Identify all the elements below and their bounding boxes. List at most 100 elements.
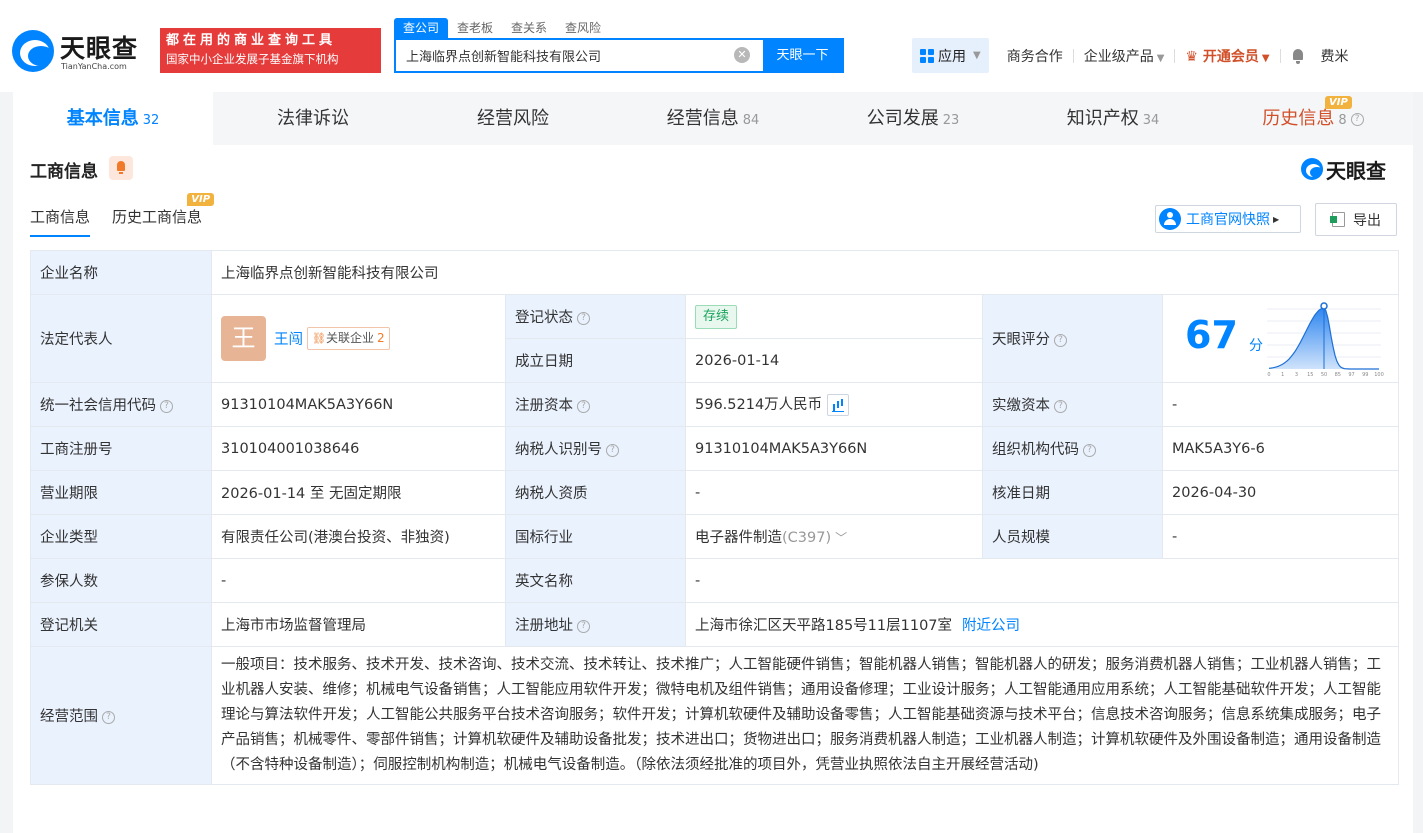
nav-vip-button[interactable]: ♛ 开通会员 ▼ bbox=[1175, 46, 1279, 66]
search-button[interactable]: 天眼一下 bbox=[763, 40, 842, 71]
chart-icon[interactable] bbox=[827, 394, 850, 416]
vip-badge: VIP bbox=[187, 193, 215, 206]
founded-date: 2026-01-14 bbox=[685, 338, 983, 383]
help-icon[interactable]: ? bbox=[1083, 443, 1096, 457]
export-button[interactable]: 导出 bbox=[1315, 203, 1397, 236]
related-companies-badge[interactable]: ⛓关联企业 2 bbox=[307, 327, 390, 350]
main-tabs: 基本信息 32 法律诉讼 经营风险 经营信息 84 公司发展 23 知识产权 34 VI… bbox=[13, 92, 1413, 145]
chart-tick-label: 3 bbox=[1295, 372, 1298, 377]
field-label: 工商注册号 bbox=[30, 426, 212, 471]
search-tab-boss[interactable]: 查老板 bbox=[448, 18, 502, 38]
help-icon[interactable]: ? bbox=[1350, 112, 1364, 126]
nav-enterprise-products[interactable]: 企业级产品 ▼ bbox=[1074, 46, 1175, 66]
help-icon[interactable]: ? bbox=[1054, 333, 1067, 347]
main-panel: 基本信息 32 法律诉讼 经营风险 经营信息 84 公司发展 23 知识产权 34 VI… bbox=[13, 92, 1413, 833]
tab-label: 公司发展 bbox=[866, 108, 939, 129]
reg-status-cell: 存续 bbox=[685, 294, 983, 339]
bell-icon[interactable] bbox=[109, 156, 133, 180]
subtab-business-info[interactable]: 工商信息 bbox=[30, 205, 91, 237]
help-icon[interactable]: ? bbox=[577, 399, 590, 413]
table-row: 工商注册号 310104001038646 纳税人识别号? 91310104MA… bbox=[30, 426, 1400, 471]
score-cell[interactable]: 67 分 0 1 3 15 50 85 97 99 100 bbox=[1161, 294, 1400, 383]
table-row: 统一社会信用代码? 91310104MAK5A3Y66N 注册资本? 596.5… bbox=[30, 382, 1400, 427]
label-text: 组织机构代码 bbox=[992, 442, 1079, 458]
field-label: 登记机关 bbox=[30, 602, 212, 647]
official-snapshot-button[interactable]: 工商官网快照 ▶ bbox=[1155, 205, 1301, 233]
export-label: 导出 bbox=[1353, 212, 1381, 229]
score-unit: 分 bbox=[1249, 338, 1263, 354]
section-title: 工商信息 bbox=[30, 162, 98, 182]
tab-ip[interactable]: 知识产权 34 bbox=[1013, 92, 1213, 145]
table-row: 企业名称 上海临界点创新智能科技有限公司 bbox=[30, 250, 1400, 295]
nearby-companies-link[interactable]: 附近公司 bbox=[962, 618, 1020, 634]
nav-business[interactable]: 商务合作 bbox=[997, 46, 1073, 66]
tab-count: 34 bbox=[1142, 113, 1160, 128]
user-name[interactable]: 费米 bbox=[1317, 46, 1359, 66]
slogan-line1: 都在用的商业查询工具 bbox=[166, 33, 337, 48]
help-icon[interactable]: ? bbox=[577, 311, 590, 325]
address-cell: 上海市徐汇区天平路185号11层1107室 附近公司 bbox=[684, 602, 1400, 647]
app-menu-label: 应用 bbox=[938, 48, 966, 65]
table-row: 经营范围? 一般项目：技术服务、技术开发、技术咨询、技术交流、技术转让、技术推广… bbox=[30, 646, 1400, 785]
help-icon[interactable]: ? bbox=[160, 399, 173, 413]
label-text: 经营范围 bbox=[40, 709, 98, 725]
logo-icon bbox=[1301, 158, 1323, 180]
nav-divider bbox=[1279, 48, 1281, 63]
search-input[interactable] bbox=[396, 40, 736, 71]
avatar[interactable]: 王 bbox=[221, 316, 266, 361]
search-tab-relation[interactable]: 查关系 bbox=[502, 18, 556, 38]
tab-litigation[interactable]: 法律诉讼 bbox=[213, 92, 413, 145]
link-icon: ⛓ bbox=[312, 332, 326, 345]
logo-domain: TianYanCha.com bbox=[61, 62, 127, 71]
logo-title: 天眼查 bbox=[60, 34, 139, 63]
site-logo[interactable]: 天眼查 TianYanCha.com bbox=[12, 28, 152, 74]
slogan-banner: 都在用的商业查询工具 国家中小企业发展子基金旗下机构 bbox=[160, 28, 381, 73]
field-label: 注册资本? bbox=[505, 382, 686, 427]
paid-capital: - bbox=[1161, 382, 1400, 427]
tab-operation-info[interactable]: 经营信息 84 bbox=[613, 92, 813, 145]
label-text: 注册资本 bbox=[515, 398, 573, 414]
tab-label: 基本信息 bbox=[66, 108, 139, 129]
taxpayer-id: 91310104MAK5A3Y66N bbox=[685, 426, 983, 471]
insured-count: - bbox=[211, 558, 506, 603]
chart-tick-label: 99 bbox=[1362, 372, 1368, 377]
brand-watermark-text: 天眼查 bbox=[1326, 158, 1386, 183]
label-text: 实缴资本 bbox=[992, 398, 1050, 414]
app-menu-button[interactable]: 应用 ▼ bbox=[912, 38, 989, 73]
brand-watermark: 天眼查 bbox=[1301, 156, 1386, 183]
label-text: 纳税人识别号 bbox=[515, 442, 602, 458]
top-header: 天眼查 TianYanCha.com 都在用的商业查询工具 国家中小企业发展子基… bbox=[0, 0, 1423, 92]
industry-cell[interactable]: 电子器件制造(C397) ﹀ bbox=[685, 514, 983, 559]
tab-count: 84 bbox=[742, 113, 760, 128]
chevron-right-icon: ▶ bbox=[1273, 214, 1280, 224]
related-label: 关联企业 bbox=[325, 331, 374, 345]
search-tab-company[interactable]: 查公司 bbox=[394, 18, 449, 38]
english-name: - bbox=[684, 558, 1400, 603]
help-icon[interactable]: ? bbox=[577, 619, 590, 633]
field-label: 经营范围? bbox=[30, 646, 212, 785]
bell-icon[interactable] bbox=[1291, 48, 1305, 64]
credit-code: 91310104MAK5A3Y66N bbox=[211, 382, 506, 427]
excel-icon bbox=[1330, 212, 1345, 227]
legal-rep-name[interactable]: 王闯 bbox=[274, 332, 303, 348]
clear-icon[interactable]: ✕ bbox=[734, 47, 750, 63]
caret-down-icon: ▼ bbox=[973, 50, 981, 61]
subtab-history-business-info[interactable]: 历史工商信息 VIP bbox=[112, 193, 215, 237]
logo-icon bbox=[12, 30, 54, 72]
tab-history[interactable]: VIP 历史信息 8? bbox=[1213, 92, 1413, 145]
help-icon[interactable]: ? bbox=[102, 710, 115, 724]
tab-basic-info[interactable]: 基本信息 32 bbox=[13, 92, 213, 145]
search-box: ✕ 天眼一下 bbox=[394, 38, 844, 73]
table-row: 参保人数 - 英文名称 - bbox=[30, 558, 1400, 603]
score-marker bbox=[1320, 302, 1328, 310]
user-icon bbox=[1159, 208, 1181, 230]
help-icon[interactable]: ? bbox=[1054, 399, 1067, 413]
search-tab-risk[interactable]: 查风险 bbox=[556, 18, 610, 38]
field-label: 企业类型 bbox=[30, 514, 212, 559]
tab-operation-risk[interactable]: 经营风险 bbox=[413, 92, 613, 145]
grid-icon bbox=[920, 48, 934, 63]
help-icon[interactable]: ? bbox=[606, 443, 619, 457]
field-label: 纳税人资质 bbox=[505, 470, 686, 515]
tab-count: 23 bbox=[942, 113, 960, 128]
tab-development[interactable]: 公司发展 23 bbox=[813, 92, 1013, 145]
